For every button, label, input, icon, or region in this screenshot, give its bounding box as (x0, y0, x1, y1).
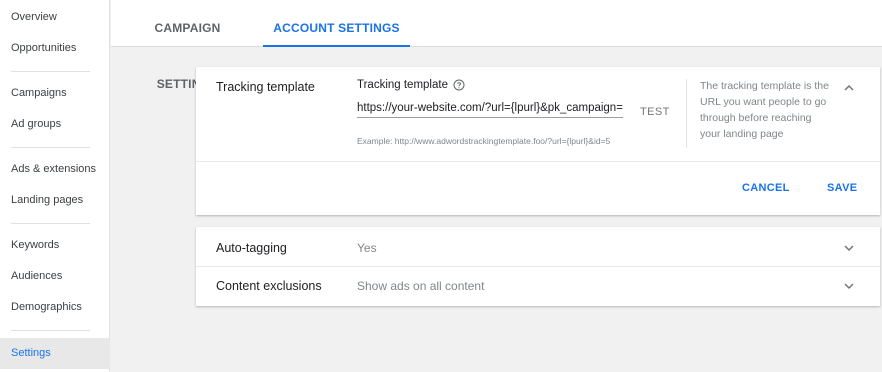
sidebar-divider (11, 147, 90, 148)
tracking-template-input[interactable] (357, 98, 623, 118)
sidebar-item-landing-pages[interactable]: Landing pages (0, 185, 110, 216)
cancel-button[interactable]: CANCEL (742, 182, 790, 194)
sidebar-divider (11, 223, 90, 224)
sidebar-item-ad-groups[interactable]: Ad groups (0, 109, 110, 140)
sidebar-divider (11, 330, 90, 331)
content-exclusions-label: Content exclusions (216, 279, 322, 293)
sidebar-divider (11, 71, 90, 72)
sidebar-item-overview[interactable]: Overview (0, 2, 110, 33)
content-exclusions-value: Show ads on all content (357, 279, 485, 293)
content-exclusions-row[interactable]: Content exclusions Show ads on all conte… (196, 267, 880, 306)
card-divider (196, 161, 880, 162)
tracking-template-card: Tracking template Tracking template TEST… (196, 67, 880, 215)
account-settings-card: Auto-tagging Yes Content exclusions Show… (196, 227, 880, 306)
chevron-down-icon[interactable] (842, 241, 856, 255)
chevron-down-icon[interactable] (842, 279, 856, 293)
sidebar-item-settings[interactable]: Settings (0, 338, 110, 369)
settings-tabbar: CAMPAIGN SETTINGS ACCOUNT SETTINGS (111, 0, 882, 91)
sidebar-nav: Overview Opportunities Campaigns Ad grou… (0, 0, 110, 372)
tab-campaign-settings[interactable]: CAMPAIGN SETTINGS (130, 0, 245, 91)
sidebar-item-ads-extensions[interactable]: Ads & extensions (0, 154, 110, 185)
sidebar-item-demographics[interactable]: Demographics (0, 292, 110, 323)
auto-tagging-row[interactable]: Auto-tagging Yes (196, 227, 880, 266)
chevron-up-icon[interactable] (842, 81, 856, 95)
test-button[interactable]: TEST (640, 106, 670, 118)
sidebar-item-keywords[interactable]: Keywords (0, 230, 110, 261)
sidebar-item-audiences[interactable]: Audiences (0, 261, 110, 292)
tracking-template-field-title: Tracking template (357, 79, 448, 91)
tab-account-settings[interactable]: ACCOUNT SETTINGS (263, 0, 410, 47)
active-tab-indicator (263, 45, 410, 47)
tracking-template-example: Example: http://www.adwordstrackingtempl… (357, 136, 611, 146)
sidebar-item-campaigns[interactable]: Campaigns (0, 78, 110, 109)
tracking-template-row-label: Tracking template (216, 80, 315, 94)
tracking-template-help-text: The tracking template is the URL you wan… (700, 80, 829, 140)
auto-tagging-value: Yes (357, 241, 377, 255)
vertical-divider (686, 79, 687, 148)
help-icon[interactable] (453, 79, 465, 91)
auto-tagging-label: Auto-tagging (216, 241, 287, 255)
save-button[interactable]: SAVE (827, 182, 857, 194)
sidebar-item-opportunities[interactable]: Opportunities (0, 33, 110, 64)
